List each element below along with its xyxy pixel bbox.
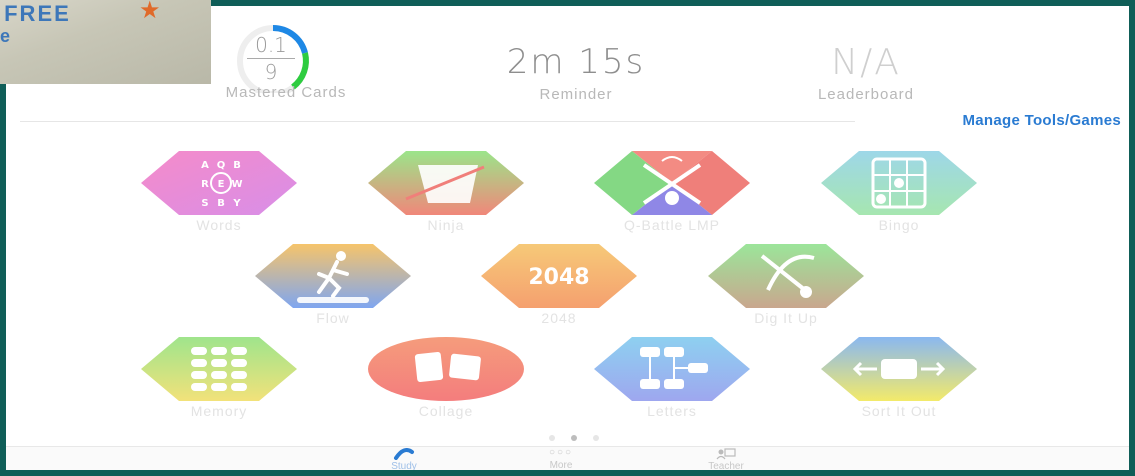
tile-q-battle[interactable]: Q-Battle LMP [592,151,752,233]
tile-label: Ninja [427,217,465,233]
page-dot[interactable] [549,435,555,441]
star-icon: ★ [139,0,161,24]
sort-arrows-icon [821,337,977,401]
shovel-pick-icon [708,244,864,308]
game-2048-icon: 2048 [481,244,637,308]
page-dot-active[interactable] [571,435,577,441]
words-letter: B [233,160,241,171]
words-letter: E [218,179,225,190]
mastered-numerator: 0.1 [255,33,287,57]
tile-ninja[interactable]: Ninja [366,151,526,233]
mastered-denominator: 9 [264,60,278,84]
mastered-fraction: 0.1 9 [241,34,301,83]
more-dots-icon: ○○○ [548,447,574,458]
manage-tools-games-link[interactable]: Manage Tools/Games [963,112,1122,129]
mastered-caption: Mastered Cards [225,84,347,101]
tile-letters[interactable]: Letters [592,337,752,419]
tile-2048[interactable]: 2048 2048 [479,244,639,326]
tile-label: Memory [190,403,248,419]
tile-label: Letters [647,403,697,419]
words-letter: R [201,179,209,190]
words-icon: A Q B R E W S B Y [141,151,297,215]
tile-bingo[interactable]: Bingo [819,151,979,233]
photo-overlay: FREE ★ e [0,0,211,84]
fraction-bar [247,58,295,59]
page-indicator [541,428,607,446]
photo-text-line2: e [0,26,11,46]
section-divider [20,121,855,122]
tile-words[interactable]: A Q B R E W S B Y Words [139,151,299,233]
study-icon [394,448,414,460]
words-letter: W [231,179,242,190]
tile-collage[interactable]: Collage [366,337,526,419]
bingo-grid-icon [821,151,977,215]
crossed-swords-icon [594,151,750,215]
photo-text: FREE [0,1,71,26]
flowchart-icon [594,337,750,401]
tab-teacher[interactable]: Teacher [686,447,766,470]
tile-label: 2048 [541,310,577,326]
tab-label: More [549,460,573,470]
tile-label: Words [196,217,242,233]
runner-icon [255,244,411,308]
leaderboard-value: N/A [831,42,901,83]
tab-more[interactable]: ○○○ More [521,447,601,470]
tile-label: Q-Battle LMP [623,217,721,233]
tile-label: Dig It Up [754,310,818,326]
tile-label: Sort It Out [861,403,937,419]
tile-sort-it-out[interactable]: Sort It Out [819,337,979,419]
collage-icon [368,337,524,401]
tile-label: Bingo [878,217,920,233]
tile-memory[interactable]: Memory [139,337,299,419]
words-letter: Q [217,160,226,171]
tile-dig-it-up[interactable]: Dig It Up [706,244,866,326]
tile-label: Collage [418,403,474,419]
words-letter: B [217,198,225,209]
tile-flow[interactable]: Flow [253,244,413,326]
memory-cards-icon [141,337,297,401]
bottom-tab-bar: Study ○○○ More Teacher [6,446,1129,470]
teacher-icon [716,448,736,460]
words-letter: Y [232,198,241,209]
tile-label: Flow [316,310,350,326]
tab-label: Teacher [708,461,744,470]
leaderboard-caption: Leaderboard [817,86,915,103]
words-letter: S [201,198,208,209]
page-dot[interactable] [593,435,599,441]
tab-label: Study [391,461,417,470]
reminder-value: 2m 15s [506,42,646,82]
words-letter: A [201,160,209,171]
ninja-icon [368,151,524,215]
reminder-caption: Reminder [539,86,613,103]
game-2048-text: 2048 [528,265,589,290]
tab-study[interactable]: Study [364,447,444,470]
